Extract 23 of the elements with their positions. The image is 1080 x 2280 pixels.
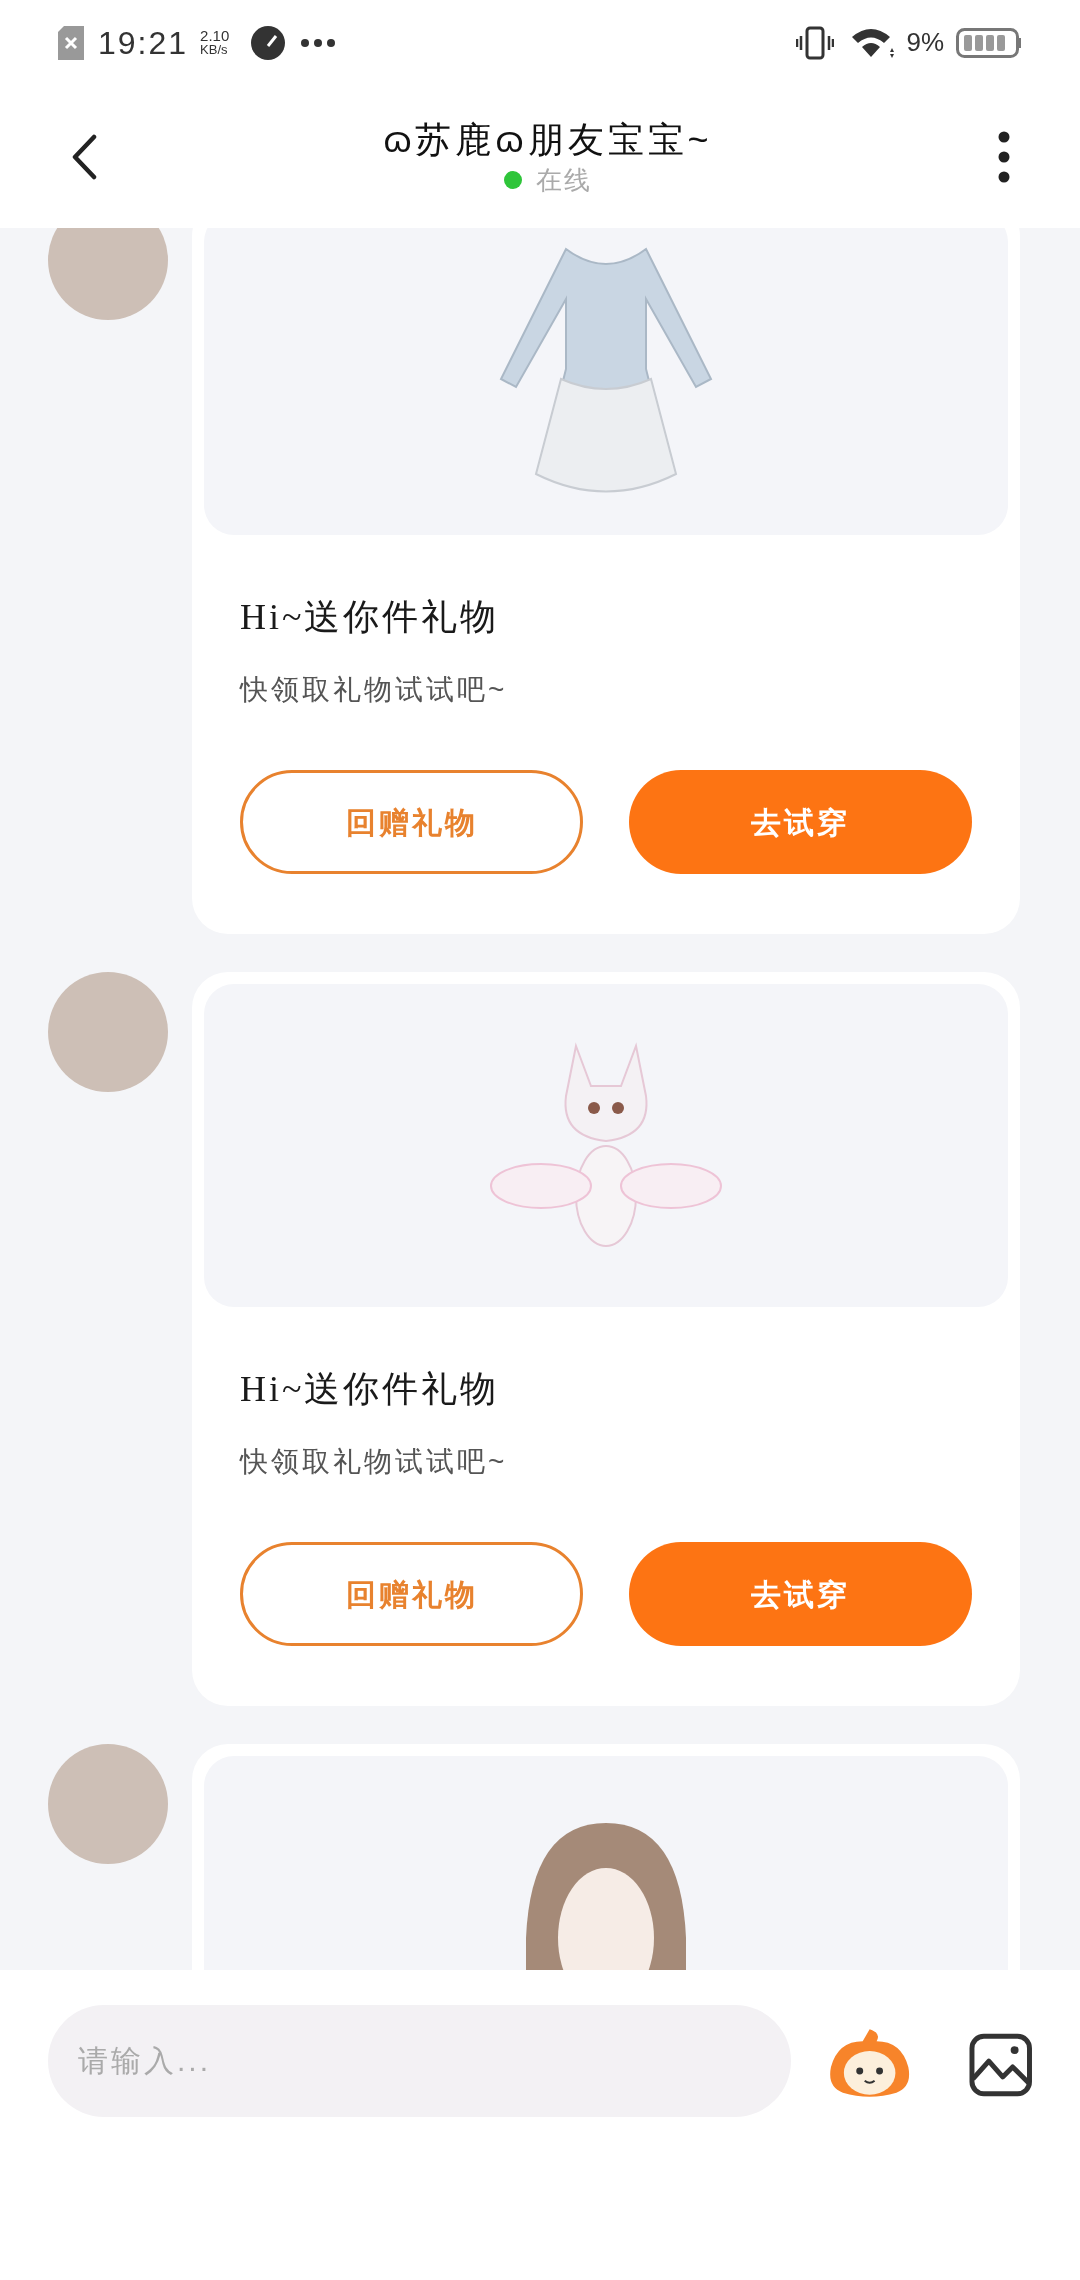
network-speed-unit: KB/s — [200, 42, 229, 57]
gift-title: Hi~送你件礼物 — [239, 596, 501, 639]
return-gift-button[interactable]: 回赠礼物 — [240, 770, 583, 874]
gift-title: Hi~送你件礼物 — [239, 1368, 501, 1411]
gauge-icon — [251, 25, 286, 60]
try-on-button[interactable]: 去试穿 — [629, 1542, 972, 1646]
network-speed: 2.10 — [200, 28, 230, 43]
gift-subtitle: 快领取礼物试试吧~ — [238, 1445, 509, 1479]
clock-time: 19:21 — [98, 23, 189, 63]
vibrate-icon — [796, 25, 835, 60]
more-options-icon[interactable] — [998, 130, 1010, 183]
return-gift-button[interactable]: 回赠礼物 — [240, 1542, 583, 1646]
battery-icon — [956, 27, 1022, 58]
online-status: 在线 — [536, 163, 592, 197]
more-dots-icon — [301, 38, 336, 47]
gift-subtitle: 快领取礼物试试吧~ — [238, 673, 509, 707]
no-sim-icon — [58, 25, 84, 60]
chat-title: ɷ苏鹿ɷ朋友宝宝~ — [383, 117, 713, 162]
back-icon[interactable] — [70, 133, 98, 180]
message-input[interactable]: 请输入... — [48, 2005, 792, 2117]
try-on-button[interactable]: 去试穿 — [629, 770, 972, 874]
image-icon[interactable] — [968, 2033, 1032, 2097]
battery-percent: 9% — [906, 26, 944, 59]
